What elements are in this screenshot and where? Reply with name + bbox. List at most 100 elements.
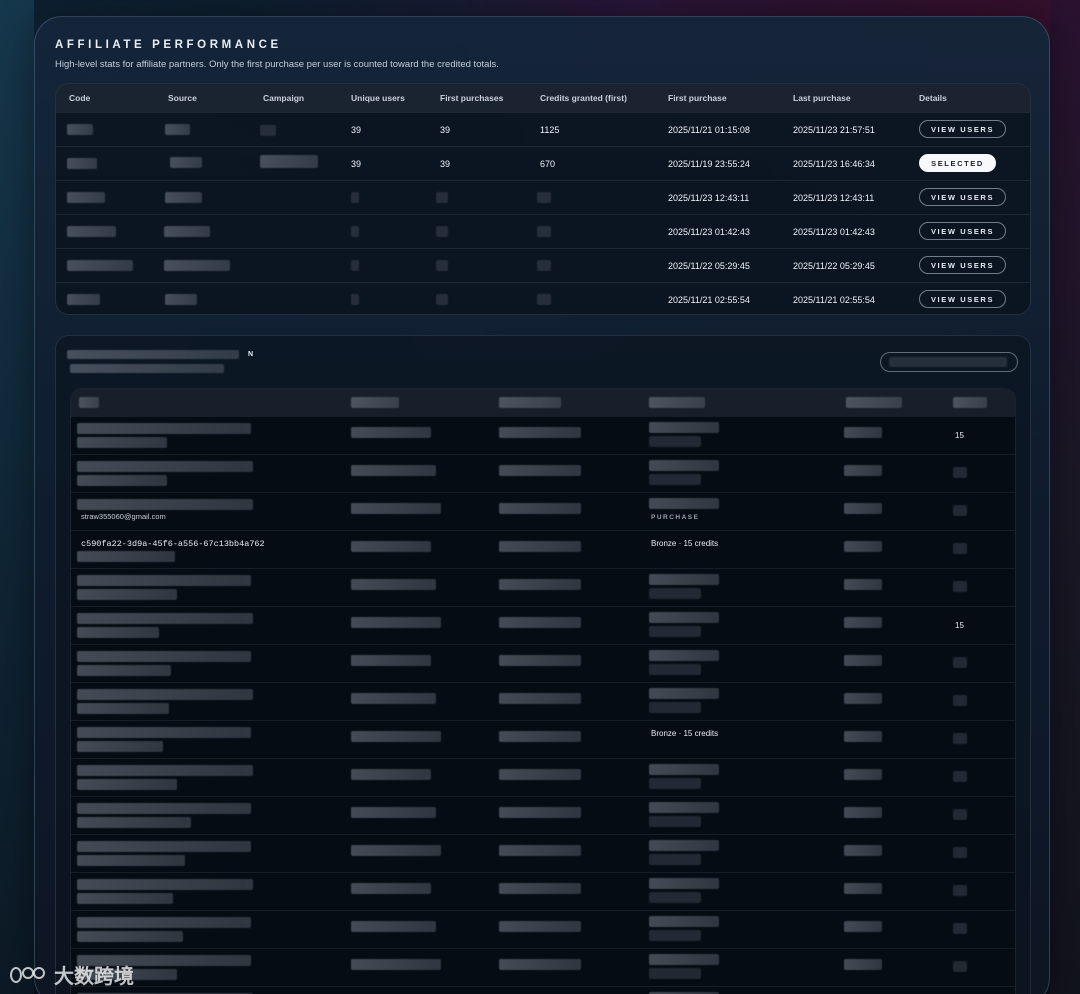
- redacted-code: [67, 124, 93, 135]
- redacted-text: [649, 764, 719, 775]
- redacted-value: [351, 226, 359, 237]
- redacted-text: [649, 854, 701, 865]
- redacted-text: [77, 917, 251, 928]
- redacted-text: [649, 968, 701, 979]
- table-row: 2025/11/22 05:29:45 2025/11/22 05:29:45 …: [56, 248, 1030, 282]
- redacted-text: [499, 769, 581, 780]
- redacted-text: [499, 427, 581, 438]
- redacted-text: [77, 703, 169, 714]
- redacted-text: [844, 883, 882, 894]
- first-purchase-date: 2025/11/21 02:55:54: [668, 295, 750, 305]
- users-table: 15 straw355060@gmail.com PURCHASE c590fa…: [70, 388, 1016, 994]
- redacted-text: [844, 541, 882, 552]
- redacted-code: [67, 158, 97, 169]
- search-input[interactable]: [880, 352, 1018, 372]
- affiliate-users-card: N 15 straw355060@gmail.com PURCHASE c590…: [55, 335, 1031, 994]
- redacted-text: [649, 460, 719, 471]
- redacted-source: [164, 260, 230, 271]
- redacted-text: [77, 879, 253, 890]
- redacted-text: [649, 892, 701, 903]
- redacted-code: [67, 192, 105, 203]
- col-campaign: Campaign: [263, 93, 305, 103]
- col-unique-users: Unique users: [351, 93, 405, 103]
- redacted-text: [77, 627, 159, 638]
- last-purchase-date: 2025/11/22 05:29:45: [793, 261, 875, 271]
- page-title: AFFILIATE PERFORMANCE: [55, 39, 282, 51]
- redacted-text: [844, 807, 882, 818]
- redacted-text: [649, 840, 719, 851]
- first-purchase-date: 2025/11/23 01:42:43: [668, 227, 750, 237]
- redacted-code: [67, 294, 100, 305]
- redacted-text: [649, 916, 719, 927]
- redacted-text: [844, 731, 882, 742]
- credits-granted: 670: [540, 159, 556, 169]
- redacted-text: [77, 551, 175, 562]
- redacted-text: [953, 771, 967, 782]
- redacted-text: [953, 809, 967, 820]
- table-row: [71, 910, 1015, 948]
- redacted-subheading: [70, 364, 224, 373]
- table-row: [71, 872, 1015, 910]
- col-first-purchases: First purchases: [440, 93, 504, 103]
- redacted-text: [844, 959, 882, 970]
- unique-users: 39: [351, 159, 362, 169]
- last-purchase-date: 2025/11/23 21:57:51: [793, 125, 875, 135]
- redacted-code: [67, 226, 116, 237]
- credits-value: 15: [955, 621, 964, 630]
- heading-suffix: N: [248, 351, 255, 358]
- redacted-text: [649, 954, 719, 965]
- view-users-button[interactable]: VIEW USERS: [919, 290, 1006, 308]
- redacted-text: [953, 467, 967, 478]
- redacted-text: [351, 807, 436, 818]
- users-table-header: [71, 389, 1015, 416]
- last-purchase-date: 2025/11/23 16:46:34: [793, 159, 875, 169]
- redacted-col: [953, 397, 987, 408]
- first-purchase-date: 2025/11/19 23:55:24: [668, 159, 750, 169]
- redacted-search-text: [889, 357, 1007, 367]
- affiliate-summary-table: Code Source Campaign Unique users First …: [55, 83, 1031, 315]
- table-row: 15: [71, 606, 1015, 644]
- redacted-text: [351, 541, 431, 552]
- redacted-text: [351, 503, 441, 514]
- col-code: Code: [69, 93, 91, 103]
- redacted-text: [844, 769, 882, 780]
- event-tag: PURCHASE: [651, 514, 700, 521]
- view-users-button[interactable]: VIEW USERS: [919, 120, 1006, 138]
- table-row: [71, 986, 1015, 994]
- affiliate-performance-panel: AFFILIATE PERFORMANCE High-level stats f…: [34, 16, 1050, 994]
- redacted-text: [953, 695, 967, 706]
- redacted-text: [953, 961, 967, 972]
- redacted-text: [351, 731, 441, 742]
- table-row: [71, 948, 1015, 986]
- credits-granted: 1125: [540, 125, 560, 135]
- table-row: 2025/11/23 01:42:43 2025/11/23 01:42:43 …: [56, 214, 1030, 248]
- first-purchase-date: 2025/11/22 05:29:45: [668, 261, 750, 271]
- redacted-value: [537, 294, 551, 305]
- redacted-code: [67, 260, 133, 271]
- redacted-text: [77, 423, 251, 434]
- redacted-text: [649, 498, 719, 509]
- redacted-text: [77, 855, 185, 866]
- redacted-text: [77, 665, 171, 676]
- first-purchase-date: 2025/11/21 01:15:08: [668, 125, 750, 135]
- table-header: Code Source Campaign Unique users First …: [56, 84, 1030, 112]
- redacted-value: [436, 192, 448, 203]
- selected-button[interactable]: SELECTED: [919, 154, 996, 172]
- redacted-text: [844, 579, 882, 590]
- table-row: [71, 834, 1015, 872]
- watermark-text: 大数跨境: [54, 966, 134, 988]
- redacted-text: [499, 541, 581, 552]
- view-users-button[interactable]: VIEW USERS: [919, 256, 1006, 274]
- view-users-button[interactable]: VIEW USERS: [919, 188, 1006, 206]
- table-row: 15: [71, 416, 1015, 454]
- view-users-button[interactable]: VIEW USERS: [919, 222, 1006, 240]
- redacted-value: [436, 294, 448, 305]
- redacted-text: [649, 878, 719, 889]
- redacted-text: [351, 769, 431, 780]
- redacted-text: [351, 579, 436, 590]
- redacted-text: [77, 689, 253, 700]
- redacted-text: [844, 427, 882, 438]
- table-row: [71, 682, 1015, 720]
- col-credits-granted: Credits granted (first): [540, 93, 627, 103]
- redacted-text: [499, 731, 581, 742]
